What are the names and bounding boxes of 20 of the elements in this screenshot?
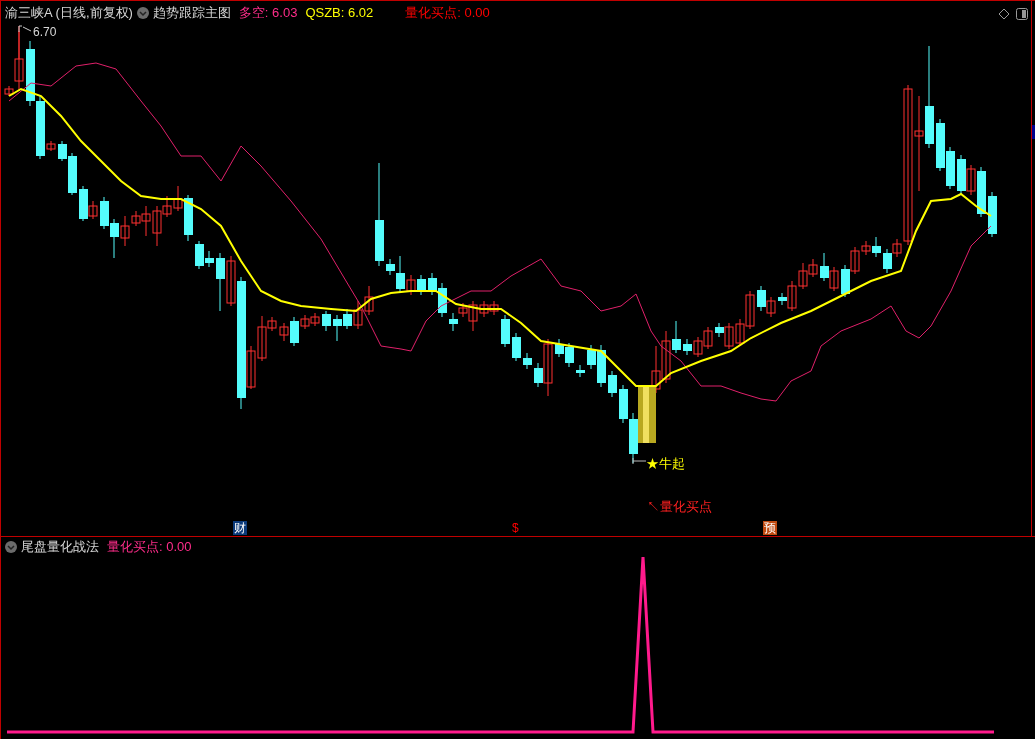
- price-leader-icon: [18, 25, 32, 33]
- event-marker[interactable]: 预: [763, 521, 777, 535]
- lower-panel-reading: 量化买点: 0.00: [107, 538, 192, 557]
- axis-price-marker: [1032, 125, 1035, 139]
- diamond-icon[interactable]: [998, 8, 1010, 20]
- event-marker[interactable]: $: [511, 521, 520, 535]
- indicator-name: 趋势跟踪主图: [152, 4, 231, 23]
- signal-label: ★牛起: [646, 455, 685, 473]
- indicator-reading: 量化买点: 0.00: [405, 4, 490, 23]
- low-price-arrow-icon: [632, 457, 646, 465]
- panel-toggle-icon[interactable]: [1016, 8, 1028, 20]
- collapse-icon[interactable]: [5, 541, 17, 553]
- indicator-reading: QSZB: 6.02: [305, 4, 374, 23]
- indicator-reading: 多空: 6.03: [238, 4, 298, 23]
- lower-panel-title: 尾盘量化战法: [21, 538, 99, 557]
- collapse-icon[interactable]: [136, 7, 149, 19]
- stock-title: 渝三峡A (日线,前复权): [5, 4, 133, 23]
- high-price-label: 6.70: [33, 24, 57, 41]
- event-marker[interactable]: 财: [233, 521, 247, 535]
- buy-point-label: ↖量化买点: [647, 498, 712, 516]
